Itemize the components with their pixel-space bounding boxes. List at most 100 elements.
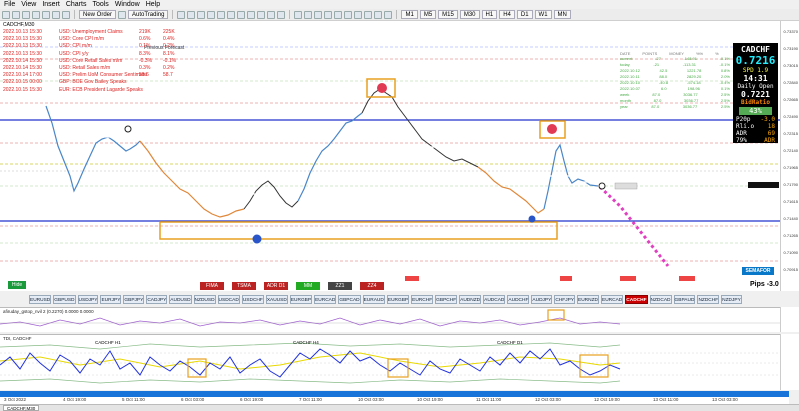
price-scale-label: 0.72490 xyxy=(783,114,798,119)
period-m5-button[interactable]: M5 xyxy=(419,10,437,19)
metaeditor-icon[interactable] xyxy=(118,10,127,19)
market-watch-icon[interactable] xyxy=(22,10,30,19)
candle-chart-icon[interactable] xyxy=(187,10,196,19)
pair-button-gbpjpy[interactable]: GBPJPY xyxy=(123,295,145,304)
pair-button-eurjpy[interactable]: EURJPY xyxy=(100,295,122,304)
chart-tab[interactable]: CADCHF,M30 xyxy=(3,405,40,411)
pair-button-audnzd[interactable]: AUDNZD xyxy=(459,295,482,304)
period-w1-button[interactable]: W1 xyxy=(534,10,552,19)
period-m1-button[interactable]: M1 xyxy=(401,10,418,19)
cursor-icon[interactable] xyxy=(294,10,303,19)
menu-view[interactable]: View xyxy=(21,0,36,9)
zoom-in-icon[interactable] xyxy=(207,10,216,19)
fibonacci-icon[interactable] xyxy=(354,10,363,19)
indicator-panel-1[interactable]: afiruday_gstop_nvil 2 (0.2270) 0.0000 0.… xyxy=(0,307,789,332)
menu-window[interactable]: Window xyxy=(115,0,140,9)
price-scale-label: 0.71265 xyxy=(783,233,798,238)
pair-button-usdchf[interactable]: USDCHF xyxy=(241,295,264,304)
data-window-icon[interactable] xyxy=(32,10,40,19)
navigator-icon[interactable] xyxy=(42,10,50,19)
periods-icon[interactable] xyxy=(267,10,276,19)
price-scale[interactable]: 0.73370 0.73190 0.73015 0.72840 0.72665 0.724… xyxy=(780,21,799,291)
new-order-button[interactable]: New Order xyxy=(79,10,117,19)
pair-button-eurchf[interactable]: EURCHF xyxy=(411,295,434,304)
time-axis-label: 6 Oct 19:00 xyxy=(240,397,264,402)
indicator-toggle-button[interactable]: ZZ1 xyxy=(328,282,352,290)
pair-button-eurusd[interactable]: EURUSD xyxy=(29,295,52,304)
period-m30-button[interactable]: M30 xyxy=(459,10,480,19)
terminal-icon[interactable] xyxy=(52,10,60,19)
profiles-icon[interactable] xyxy=(12,10,20,19)
info-kv-key: P20p xyxy=(736,116,751,123)
pair-button-eurcad[interactable]: EURCAD xyxy=(601,295,624,304)
pair-button-eurcad[interactable]: EURCAD xyxy=(314,295,337,304)
period-m15-button[interactable]: M15 xyxy=(438,10,458,19)
arrows-icon[interactable] xyxy=(384,10,393,19)
pair-button-audcad[interactable]: AUDCAD xyxy=(483,295,506,304)
indicator-1-canvas xyxy=(0,309,780,327)
crosshair-icon[interactable] xyxy=(304,10,313,19)
pair-button-nzdchf[interactable]: NZDCHF xyxy=(697,295,720,304)
period-mn-button[interactable]: MN xyxy=(553,10,571,19)
indicator-toggle-button[interactable]: MM xyxy=(296,282,320,290)
pair-button-audchf[interactable]: AUDCHF xyxy=(507,295,530,304)
pair-button-eurgbp[interactable]: EURGBP xyxy=(386,295,410,304)
menu-help[interactable]: Help xyxy=(146,0,160,9)
horizontal-line-icon[interactable] xyxy=(324,10,333,19)
pair-button-usdcad[interactable]: USDCAD xyxy=(217,295,240,304)
equidistant-channel-icon[interactable] xyxy=(344,10,353,19)
period-d1-button[interactable]: D1 xyxy=(516,10,533,19)
indicator-toggle-button[interactable]: ADR D1 xyxy=(264,282,288,290)
pair-button-cadchf[interactable]: CADCHF xyxy=(625,295,648,304)
price-chart[interactable]: CADCHF,M30 Previous Forecast 2022.10.13 … xyxy=(0,21,789,291)
pair-button-usdjpy[interactable]: USDJPY xyxy=(77,295,99,304)
price-scale-label: 0.72315 xyxy=(783,131,798,136)
period-h4-button[interactable]: H4 xyxy=(499,10,515,19)
autotrading-button[interactable]: AutoTrading xyxy=(128,10,169,19)
info-spread: SPD 1.9 xyxy=(742,67,769,74)
line-chart-icon[interactable] xyxy=(197,10,206,19)
trendline-icon[interactable] xyxy=(334,10,343,19)
pair-button-eurnzd[interactable]: EURNZD xyxy=(577,295,599,304)
pair-button-nzdusd[interactable]: NZDUSD xyxy=(193,295,216,304)
pair-button-euraud[interactable]: EURAUD xyxy=(362,295,385,304)
zoom-out-icon[interactable] xyxy=(217,10,226,19)
pair-button-gbpaud[interactable]: GBPAUD xyxy=(673,295,696,304)
time-axis: 3 Oct 2022 4 Oct 19:00 5 Oct 11:00 6 Oct 03… xyxy=(0,397,789,404)
menu-charts[interactable]: Charts xyxy=(66,0,87,9)
pair-button-audusd[interactable]: AUDUSD xyxy=(169,295,192,304)
new-chart-icon[interactable] xyxy=(2,10,10,19)
tile-windows-icon[interactable] xyxy=(227,10,236,19)
pair-button-gbpchf[interactable]: GBPCHF xyxy=(435,295,458,304)
pair-button-eurgbp[interactable]: EURGBP xyxy=(289,295,313,304)
pair-button-nzdcad[interactable]: NZDCAD xyxy=(649,295,672,304)
chart-shift-icon[interactable] xyxy=(247,10,256,19)
tester-icon[interactable] xyxy=(62,10,70,19)
indicator-toggle-button[interactable]: TSMA xyxy=(232,282,256,290)
period-h1-button[interactable]: H1 xyxy=(481,10,498,19)
pair-button-cadjpy[interactable]: CADJPY xyxy=(146,295,168,304)
pair-button-nzdjpy[interactable]: NZDJPY xyxy=(721,295,742,304)
templates-icon[interactable] xyxy=(277,10,286,19)
bar-chart-icon[interactable] xyxy=(177,10,186,19)
vertical-line-icon[interactable] xyxy=(314,10,323,19)
label-tool-icon[interactable] xyxy=(374,10,383,19)
hide-button[interactable]: Hide xyxy=(8,281,26,289)
price-series-blue xyxy=(45,105,141,193)
news-row: 2022.10.13 15:30 USD: CPI m/m 0.1% 0.2% xyxy=(3,43,183,50)
pair-button-gbpcad[interactable]: GBPCAD xyxy=(338,295,361,304)
indicator-toggle-button[interactable]: ZZ4 xyxy=(360,282,384,290)
indicator-toggle-button[interactable]: FIMA xyxy=(200,282,224,290)
pair-button-audjpy[interactable]: AUDJPY xyxy=(531,295,553,304)
support-zone-box[interactable] xyxy=(159,221,558,240)
pair-button-gbpusd[interactable]: GBPUSD xyxy=(53,295,76,304)
pair-button-xauusd[interactable]: XAUUSD xyxy=(265,295,288,304)
text-tool-icon[interactable] xyxy=(364,10,373,19)
pair-button-chfjpy[interactable]: CHFJPY xyxy=(554,295,575,304)
indicators-icon[interactable] xyxy=(257,10,266,19)
autoscroll-icon[interactable] xyxy=(237,10,246,19)
menu-file[interactable]: File xyxy=(4,0,15,9)
indicator-panel-2[interactable]: TDI, CADCHF CADCHF H1 CADCHF H4 CADCHF D… xyxy=(0,334,789,390)
menu-tools[interactable]: Tools xyxy=(92,0,108,9)
menu-insert[interactable]: Insert xyxy=(42,0,60,9)
